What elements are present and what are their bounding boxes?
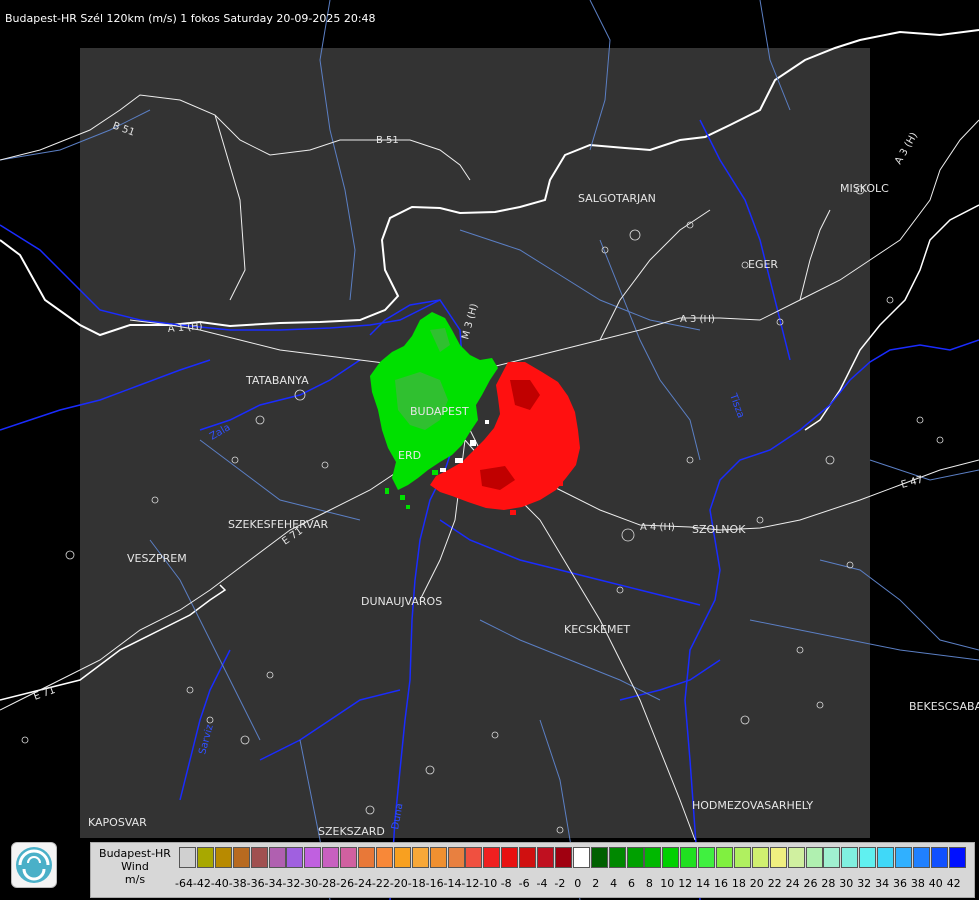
- legend-swatch: [322, 847, 340, 868]
- city-label: MISKOLC: [840, 182, 889, 195]
- road-label: A 3 (H): [680, 314, 715, 325]
- city-label: HODMEZOVASARHELY: [692, 799, 813, 812]
- legend-unit: m/s: [124, 873, 146, 886]
- legend-swatch: [644, 847, 662, 868]
- legend-swatch: [268, 847, 286, 868]
- legend-swatch: [662, 847, 680, 868]
- city-label: SZEKSZARD: [318, 825, 385, 838]
- road-label: B 51: [376, 135, 399, 146]
- legend-swatch: [590, 847, 608, 868]
- radar-map: SALGOTARJAN MISKOLC EGER TATABANYA BUDAP…: [0, 0, 979, 900]
- legend-swatch: [483, 847, 501, 868]
- legend-swatch: [214, 847, 232, 868]
- city-label: SZOLNOK: [692, 523, 746, 536]
- legend-swatch: [304, 847, 322, 868]
- road-label: A 4 (H): [640, 522, 675, 533]
- hungarian-met-service-logo-icon: [11, 842, 57, 888]
- city-label: SZEKESFEHERVAR: [228, 518, 329, 531]
- city-label: ERD: [398, 449, 421, 462]
- legend-tick-label: 42: [946, 877, 961, 890]
- legend-swatch: [196, 847, 214, 868]
- legend-swatch: [716, 847, 733, 868]
- page-title: Budapest-HR Szél 120km (m/s) 1 fokos Sat…: [5, 12, 376, 25]
- legend-swatch: [429, 847, 447, 868]
- legend-swatch: [232, 847, 250, 868]
- legend-swatch: [608, 847, 626, 868]
- legend-swatch: [680, 847, 698, 868]
- legend-swatch: [286, 847, 304, 868]
- city-label: TATABANYA: [245, 374, 309, 387]
- legend-swatch: [751, 847, 769, 868]
- legend-swatch: [733, 847, 751, 868]
- legend-swatch: [447, 847, 465, 868]
- legend-label: Budapest-HR Wind m/s: [91, 843, 179, 897]
- legend-swatch: [340, 847, 358, 868]
- legend-swatch: [823, 847, 841, 868]
- legend-station: Budapest-HR: [99, 847, 171, 860]
- legend-swatch: [698, 847, 716, 868]
- legend-swatch: [572, 847, 590, 868]
- road-label: E 47: [900, 475, 924, 491]
- legend-swatch: [895, 847, 912, 868]
- legend-swatch: [250, 847, 268, 868]
- road-label: E 71: [32, 685, 57, 703]
- legend-swatch: [519, 847, 537, 868]
- legend-swatch: [769, 847, 787, 868]
- city-label: VESZPREM: [127, 552, 187, 565]
- legend-swatch: [465, 847, 483, 868]
- legend-swatch: [626, 847, 644, 868]
- legend-swatch: [179, 847, 196, 868]
- city-label: KAPOSVAR: [88, 816, 147, 829]
- legend-swatch: [912, 847, 930, 868]
- legend-swatch: [554, 847, 572, 868]
- city-label: EGER: [748, 258, 778, 271]
- legend-swatch: [787, 847, 805, 868]
- city-label: DUNAUJVAROS: [361, 595, 442, 608]
- legend-swatch: [841, 847, 859, 868]
- city-label: KECSKEMET: [564, 623, 630, 636]
- legend-quantity: Wind: [121, 860, 149, 873]
- legend-swatch: [393, 847, 411, 868]
- legend-swatch: [375, 847, 393, 868]
- city-label: BEKESCSABA: [909, 700, 979, 713]
- legend-swatch: [358, 847, 375, 868]
- city-label: BUDAPEST: [410, 405, 469, 418]
- road-label: A 3 (H): [893, 131, 920, 167]
- legend-swatch: [930, 847, 948, 868]
- color-legend: Budapest-HR Wind m/s -64 -42 -40 -38 -36 -34-…: [90, 842, 975, 898]
- legend-swatch: [948, 847, 966, 868]
- city-label: SALGOTARJAN: [578, 192, 656, 205]
- legend-swatch: [537, 847, 554, 868]
- legend-swatch: [805, 847, 823, 868]
- legend-swatch: [501, 847, 519, 868]
- legend-swatch: [411, 847, 429, 868]
- legend-swatch: [859, 847, 877, 868]
- legend-swatch: [877, 847, 895, 868]
